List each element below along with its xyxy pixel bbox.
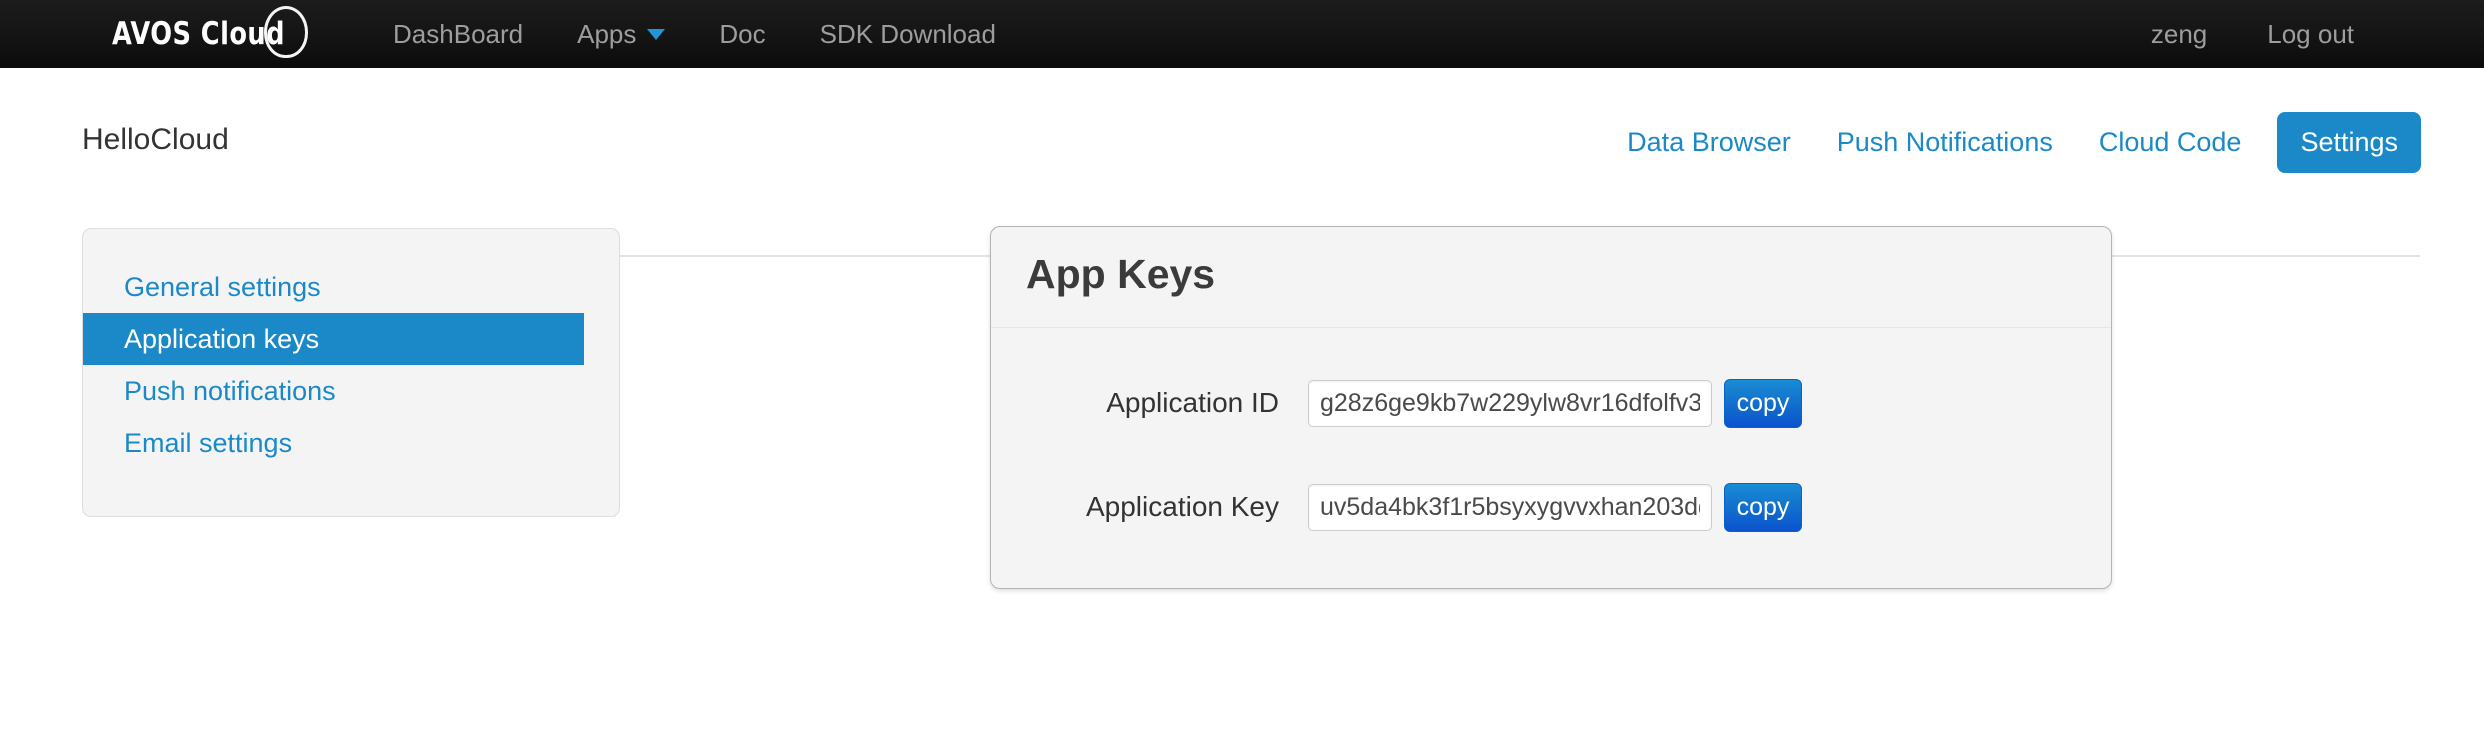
top-nav-sdk-download-label: SDK Download — [819, 19, 996, 49]
settings-sidebar-list: General settings Application keys Push n… — [83, 261, 619, 469]
app-keys-panel: App Keys Application ID copy Application… — [990, 226, 2112, 589]
top-nav-doc[interactable]: Doc — [692, 0, 792, 68]
settings-sidebar: General settings Application keys Push n… — [82, 228, 620, 517]
tab-data-browser[interactable]: Data Browser — [1604, 127, 1814, 158]
brand-logo[interactable]: AVOS Cloud — [112, 0, 309, 68]
top-nav-user-area: zeng Log out — [2121, 0, 2384, 68]
app-header-bar: HelloCloud Data Browser Push Notificatio… — [0, 68, 2484, 257]
top-nav-dashboard-label: DashBoard — [393, 19, 524, 49]
top-nav-dashboard[interactable]: DashBoard — [366, 0, 550, 68]
application-id-row: Application ID copy — [991, 378, 2111, 428]
application-key-row: Application Key copy — [991, 482, 2111, 532]
app-keys-title: App Keys — [1026, 251, 1216, 297]
top-nav-logout-label: Log out — [2267, 19, 2354, 49]
top-nav-sdk-download[interactable]: SDK Download — [793, 0, 1023, 68]
top-nav-doc-label: Doc — [719, 19, 766, 49]
sidebar-item-push-notifications[interactable]: Push notifications — [83, 365, 619, 417]
sidebar-item-application-keys[interactable]: Application keys — [83, 313, 584, 365]
copy-application-id-button[interactable]: copy — [1724, 378, 1802, 428]
top-nav-username-label: zeng — [2150, 19, 2208, 49]
top-nav-apps[interactable]: Apps — [550, 0, 692, 68]
top-navbar: AVOS Cloud DashBoard Apps Doc SDK Downlo… — [0, 0, 2484, 68]
tab-settings[interactable]: Settings — [2277, 112, 2421, 173]
page-title: HelloCloud — [82, 123, 229, 156]
application-key-label: Application Key — [1085, 491, 1279, 522]
sidebar-item-general-settings[interactable]: General settings — [83, 261, 619, 313]
top-nav-logout[interactable]: Log out — [2237, 0, 2384, 68]
top-nav-username[interactable]: zeng — [2121, 0, 2237, 68]
application-key-input[interactable] — [1308, 483, 1712, 531]
top-nav-links: DashBoard Apps Doc SDK Download — [366, 0, 1023, 68]
sidebar-item-email-settings[interactable]: Email settings — [83, 417, 619, 469]
chevron-down-icon — [647, 28, 666, 40]
copy-application-key-button[interactable]: copy — [1724, 482, 1802, 532]
brand-logo-text: AVOS Cloud — [112, 16, 285, 52]
top-nav-apps-label: Apps — [577, 19, 637, 49]
app-section-tabs: Data Browser Push Notifications Cloud Co… — [1604, 112, 2421, 173]
tab-cloud-code[interactable]: Cloud Code — [2076, 127, 2265, 158]
app-keys-panel-header: App Keys — [991, 227, 2111, 328]
application-id-input[interactable] — [1308, 379, 1712, 427]
tab-push-notifications[interactable]: Push Notifications — [1814, 127, 2076, 158]
application-id-label: Application ID — [1106, 387, 1279, 418]
